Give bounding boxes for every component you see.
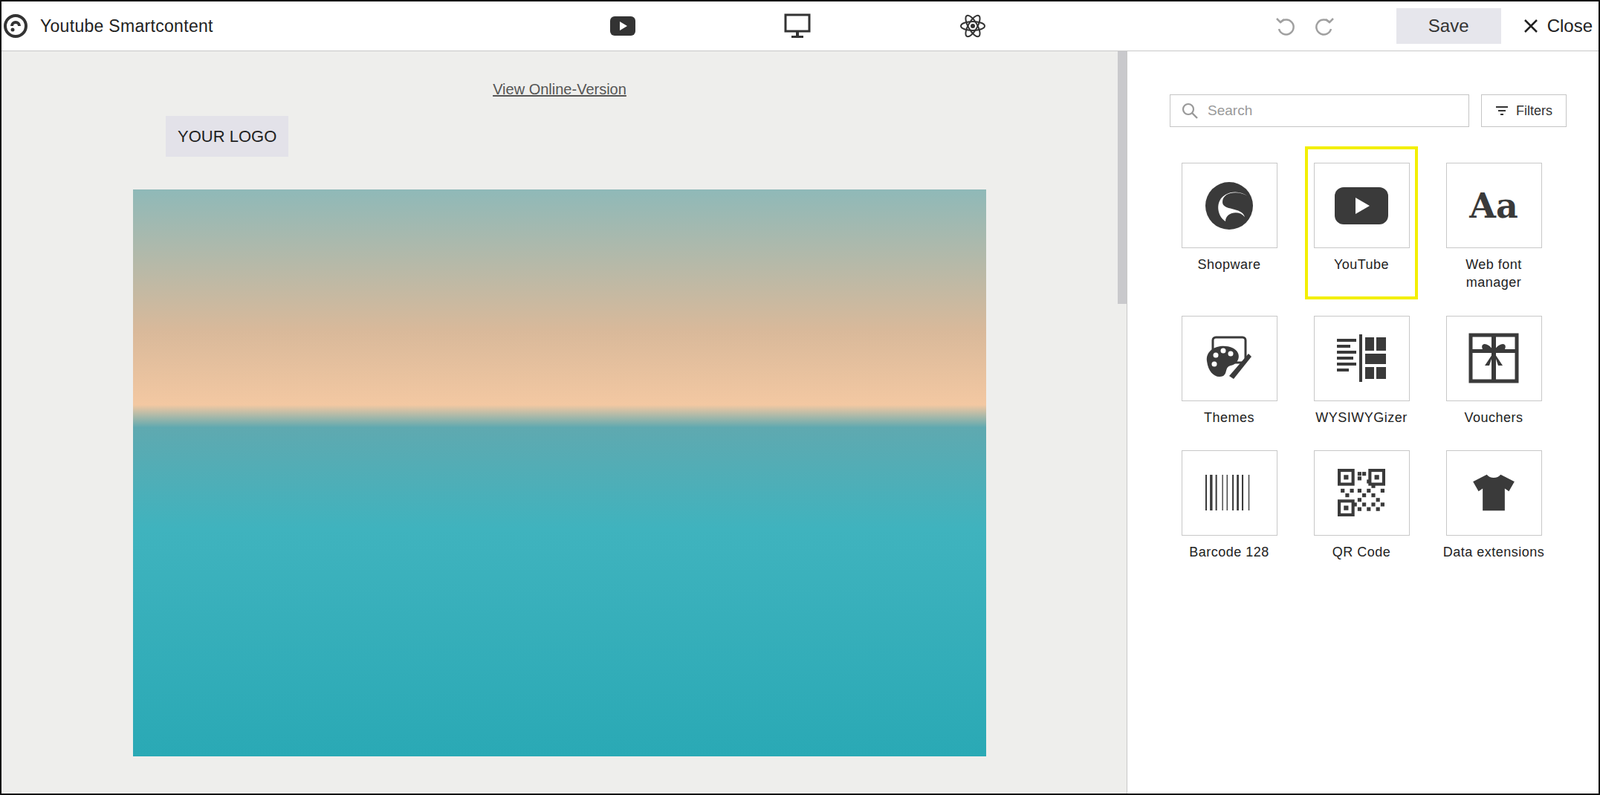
app-tile-box[interactable] xyxy=(1446,315,1543,402)
t-shirt-icon xyxy=(1471,473,1517,513)
hero-photo[interactable] xyxy=(133,189,987,757)
youtube-view-icon[interactable] xyxy=(610,16,636,36)
app-label: YouTube xyxy=(1307,255,1415,274)
app-tile[interactable]: WYSIWYGizer xyxy=(1304,299,1418,434)
app-label: Themes xyxy=(1175,408,1283,427)
app-tile-box[interactable] xyxy=(1313,315,1410,402)
gift-icon xyxy=(1468,332,1519,384)
top-bar: Youtube Smartcontent Save Close xyxy=(1,1,1599,52)
save-button[interactable]: Save xyxy=(1396,8,1502,44)
scrollbar-thumb[interactable] xyxy=(1117,51,1127,304)
app-label: WYSIWYGizer xyxy=(1307,408,1415,427)
app-tile[interactable]: YouTube xyxy=(1304,146,1418,300)
app-tile-box[interactable] xyxy=(1446,450,1543,536)
app-tile[interactable]: Data extensions xyxy=(1437,433,1551,569)
close-icon xyxy=(1523,18,1539,34)
palette-icon xyxy=(1202,334,1256,382)
app-label: QR Code xyxy=(1307,543,1415,562)
app-label: Web font manager xyxy=(1440,255,1548,293)
close-button[interactable]: Close xyxy=(1517,15,1593,37)
filter-icon xyxy=(1495,105,1509,116)
app-label: Vouchers xyxy=(1440,408,1548,427)
app-tile-box[interactable] xyxy=(1313,450,1410,536)
search-input[interactable] xyxy=(1206,101,1459,120)
desktop-view-icon[interactable] xyxy=(784,13,811,39)
logo-placeholder[interactable]: YOUR LOGO xyxy=(165,115,289,157)
barcode-icon xyxy=(1205,474,1253,511)
app-tile[interactable]: Themes xyxy=(1172,299,1286,434)
redo-icon[interactable] xyxy=(1313,14,1336,38)
editor-window: Youtube Smartcontent Save Close View Onl… xyxy=(0,0,1600,795)
qr-code-icon xyxy=(1337,468,1386,517)
email-canvas: View Online-Version YOUR LOGO xyxy=(1,51,1128,794)
app-tile[interactable]: Barcode 128 xyxy=(1172,433,1286,569)
window-title: Youtube Smartcontent xyxy=(40,16,214,37)
online-version-link[interactable]: View Online-Version xyxy=(492,81,627,99)
layout-icon xyxy=(1335,334,1388,382)
app-tile[interactable]: Vouchers xyxy=(1437,299,1551,434)
brand-logo-icon xyxy=(2,13,29,39)
atom-icon[interactable] xyxy=(959,12,987,40)
app-tile-box[interactable] xyxy=(1313,162,1410,249)
app-tile-box[interactable]: Aa xyxy=(1446,162,1543,249)
app-tile[interactable]: Aa Web font manager xyxy=(1437,146,1551,300)
font-icon: Aa xyxy=(1469,185,1519,226)
app-tile-box[interactable] xyxy=(1181,450,1278,536)
youtube-icon xyxy=(1334,187,1389,225)
search-field[interactable] xyxy=(1169,94,1470,128)
app-tile[interactable]: QR Code xyxy=(1304,433,1418,569)
app-tile-box[interactable] xyxy=(1181,315,1278,402)
app-label: Data extensions xyxy=(1440,543,1548,562)
search-icon xyxy=(1180,101,1199,120)
undo-icon[interactable] xyxy=(1274,14,1297,38)
app-label: Shopware xyxy=(1175,255,1283,274)
shopware-icon xyxy=(1203,179,1256,232)
scrollbar[interactable] xyxy=(1117,51,1127,794)
filters-button[interactable]: Filters xyxy=(1481,94,1567,128)
app-tile-box[interactable] xyxy=(1181,162,1278,249)
apps-panel: Filters Shopware YouTube Aa Web font mana… xyxy=(1127,51,1599,794)
app-label: Barcode 128 xyxy=(1175,543,1283,562)
app-tile[interactable]: Shopware xyxy=(1172,146,1286,300)
